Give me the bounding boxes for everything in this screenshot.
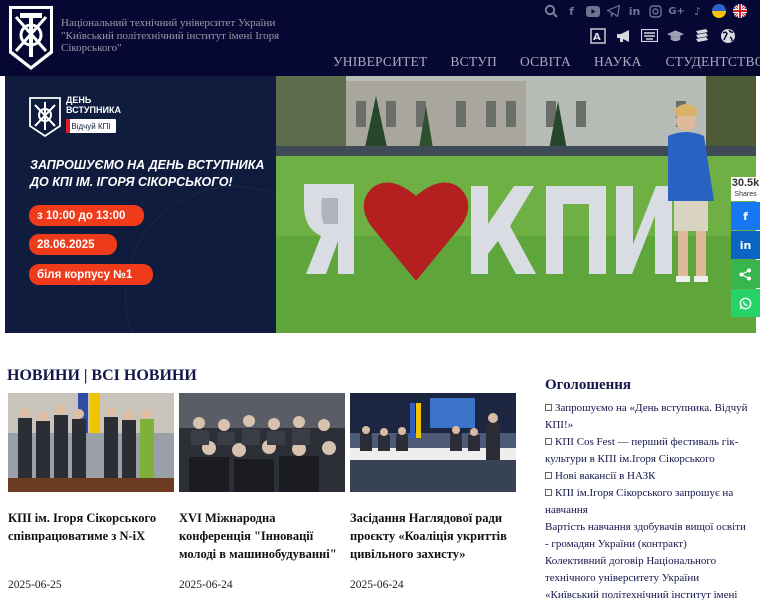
uk-flag-icon[interactable] — [732, 4, 747, 19]
event-date: 28.06.2025 — [29, 234, 117, 255]
search-icon[interactable] — [543, 4, 558, 19]
google-plus-icon[interactable]: G+ — [668, 4, 685, 19]
graduation-cap-icon[interactable] — [667, 27, 684, 44]
announcement-text[interactable]: Колективний договір Національного техніч… — [545, 555, 737, 600]
event-title: ДЕНЬ ВСТУПНИКА — [66, 95, 121, 115]
announcement-text[interactable]: КПІ ім.Ігоря Сікорського запрошує на нав… — [545, 487, 733, 516]
facebook-icon: f — [743, 209, 748, 223]
announcement-item[interactable]: Колективний договір Національного техніч… — [545, 553, 750, 600]
news-card[interactable]: Засідання Наглядової ради проєкту «Коалі… — [350, 393, 517, 591]
share-icon — [739, 268, 751, 280]
news-card[interactable]: XVI Міжнародна конференція "Інновації мо… — [179, 393, 346, 591]
event-badge-accent — [66, 119, 70, 133]
social-links: f in G+ ♪ — [543, 2, 747, 20]
nav-admission[interactable]: ВСТУП — [450, 54, 497, 70]
linkedin-icon[interactable]: in — [627, 4, 642, 19]
news-headline[interactable]: КПІ ім. Ігоря Сікорського співпрацюватим… — [8, 509, 175, 545]
announcement-item[interactable]: КПІ ім.Ігоря Сікорського запрошує на нав… — [545, 485, 750, 519]
news-photo[interactable] — [8, 393, 174, 492]
books-icon[interactable] — [693, 27, 710, 44]
share-whatsapp-button[interactable] — [731, 289, 760, 317]
announcement-text[interactable]: Вартість навчання здобувачів вищої освіт… — [545, 521, 746, 550]
bullet-icon — [545, 438, 552, 445]
announcement-item[interactable]: Нові вакансії в НАЗК — [545, 468, 750, 485]
share-facebook-button[interactable]: f — [731, 202, 760, 230]
event-badge: Відчуй КПІ — [66, 119, 116, 133]
nav-education[interactable]: ОСВІТА — [520, 54, 571, 70]
facebook-icon[interactable]: f — [564, 4, 579, 19]
bullet-icon — [545, 404, 552, 411]
share-count-label: Shares — [734, 191, 757, 198]
megaphone-icon[interactable] — [615, 27, 632, 44]
main-nav: УНІВЕРСИТЕТ ВСТУП ОСВІТА НАУКА СТУДЕНТСТ… — [333, 54, 760, 70]
announcement-text[interactable]: Запрошуємо на «День вступника. Відчуй КП… — [545, 402, 748, 431]
announcement-item[interactable]: КПІ Cos Fest — перший фестиваль гік-куль… — [545, 434, 750, 468]
announcement-item[interactable]: Вартість навчання здобувачів вищої освіт… — [545, 519, 750, 553]
share-linkedin-button[interactable]: in — [731, 231, 760, 259]
keyboard-icon[interactable] — [641, 27, 658, 44]
event-title-line2: ВСТУПНИКА — [66, 105, 121, 115]
whatsapp-icon — [739, 297, 752, 309]
news-date: 2025-06-24 — [179, 579, 233, 591]
news-date: 2025-06-25 — [8, 579, 62, 591]
news-headline[interactable]: XVI Міжнародна конференція "Інновації мо… — [179, 509, 346, 563]
kpi-emblem — [29, 97, 61, 137]
news-date: 2025-06-24 — [350, 579, 404, 591]
announcement-text[interactable]: КПІ Cos Fest — перший фестиваль гік-куль… — [545, 436, 738, 465]
event-place: біля корпусу №1 — [29, 264, 153, 285]
announcements-title[interactable]: Оголошення — [545, 377, 631, 394]
share-count: 30.5k Shares — [731, 177, 760, 201]
announcement-item[interactable]: Запрошуємо на «День вступника. Відчуй КП… — [545, 400, 750, 434]
youtube-icon[interactable] — [585, 4, 600, 19]
news-headline[interactable]: Засідання Наглядової ради проєкту «Коалі… — [350, 509, 517, 563]
nav-students[interactable]: СТУДЕНТСТВО — [666, 54, 760, 70]
hero-banner[interactable]: ДЕНЬ ВСТУПНИКА Відчуй КПІ ЗАПРОШУЄМО НА … — [5, 76, 756, 333]
svg-text:A: A — [593, 32, 601, 43]
university-name[interactable]: Національний технічний університет Украї… — [61, 17, 291, 55]
news-photo[interactable] — [179, 393, 345, 492]
news-card[interactable]: КПІ ім. Ігоря Сікорського співпрацюватим… — [8, 393, 175, 591]
news-section-title[interactable]: НОВИНИ | ВСІ НОВИНИ — [7, 367, 197, 385]
linkedin-icon: in — [739, 238, 752, 252]
event-invitation: ЗАПРОШУЄМО НА ДЕНЬ ВСТУПНИКА ДО КПІ ІМ. … — [30, 158, 265, 189]
share-button[interactable] — [731, 260, 760, 288]
news-photo[interactable] — [350, 393, 516, 492]
nav-science[interactable]: НАУКА — [594, 54, 642, 70]
event-time: з 10:00 до 13:00 — [29, 205, 144, 226]
instagram-icon[interactable] — [648, 4, 663, 19]
nav-university[interactable]: УНІВЕРСИТЕТ — [333, 54, 427, 70]
share-bar: 30.5k Shares f in — [731, 177, 760, 317]
kpi-logo[interactable] — [8, 5, 54, 71]
bullet-icon — [545, 489, 552, 496]
bullet-icon — [545, 472, 552, 479]
site-header: Національний технічний університет Украї… — [0, 0, 760, 76]
tiktok-icon[interactable]: ♪ — [690, 4, 705, 19]
event-title-line1: ДЕНЬ — [66, 95, 92, 105]
telegram-icon[interactable] — [606, 4, 621, 19]
ukraine-flag-icon[interactable] — [711, 4, 726, 19]
announcements-list: Запрошуємо на «День вступника. Відчуй КП… — [545, 400, 750, 600]
campus-photo — [276, 76, 756, 333]
dictionary-icon[interactable]: A — [589, 27, 606, 44]
banner-info-panel: ДЕНЬ ВСТУПНИКА Відчуй КПІ ЗАПРОШУЄМО НА … — [5, 76, 345, 333]
header-tools: A — [589, 27, 736, 44]
announcement-text[interactable]: Нові вакансії в НАЗК — [555, 470, 655, 482]
globe-icon[interactable] — [719, 27, 736, 44]
share-count-number: 30.5k — [731, 177, 760, 189]
